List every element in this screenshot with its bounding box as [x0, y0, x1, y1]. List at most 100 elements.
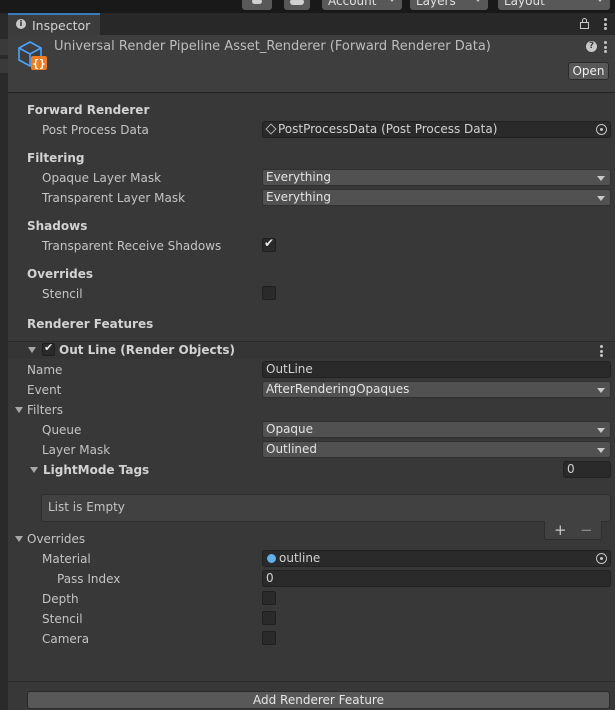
add-renderer-feature-button[interactable]: Add Renderer Feature: [27, 691, 610, 709]
chevron-down-icon: [388, 0, 396, 2]
material-field[interactable]: outline: [262, 550, 611, 567]
feature-title: Out Line (Render Objects): [59, 343, 236, 357]
add-element-button[interactable]: +: [554, 521, 567, 539]
tab-inspector[interactable]: i Inspector: [8, 13, 100, 35]
pass-index-label: Pass Index: [57, 572, 121, 586]
stencil-checkbox[interactable]: [262, 286, 276, 300]
svg-text:{}: {}: [32, 57, 45, 70]
checkmark-icon: ✔: [264, 236, 275, 250]
chevron-down-icon: [597, 428, 605, 433]
transparent-layer-mask-label: Transparent Layer Mask: [42, 191, 186, 205]
opaque-layer-mask-label: Opaque Layer Mask: [42, 171, 162, 185]
inspector-body: Forward Renderer Post Process Data PostP…: [8, 94, 615, 710]
layers-label: Layers: [416, 0, 456, 8]
chevron-down-icon: [597, 448, 605, 453]
lightmode-tags-size-input[interactable]: 0: [563, 461, 611, 478]
inspector-window: i Inspector {} Universal Render Pipeline…: [8, 13, 615, 710]
info-icon: i: [16, 19, 26, 29]
material-sphere-icon: [267, 554, 276, 563]
foldout-arrow-icon[interactable]: [28, 347, 36, 353]
opaque-layer-mask-value: Everything: [266, 170, 331, 184]
pass-index-input[interactable]: 0: [262, 570, 611, 587]
object-picker-icon[interactable]: [596, 553, 607, 564]
help-icon[interactable]: ?: [586, 41, 597, 52]
chevron-down-icon: [474, 0, 482, 2]
divider: [8, 681, 615, 682]
chevron-down-icon: [597, 388, 605, 393]
transparent-layer-mask-dropdown[interactable]: Everything: [262, 189, 611, 206]
header-menu-icon[interactable]: [604, 41, 607, 53]
list-empty-text: List is Empty: [48, 500, 125, 514]
transparent-layer-mask-value: Everything: [266, 190, 331, 204]
post-process-data-label: Post Process Data: [42, 123, 149, 137]
account-dropdown[interactable]: Account: [322, 0, 402, 10]
queue-dropdown[interactable]: Opaque: [262, 421, 611, 438]
renderer-feature-header[interactable]: ✔ Out Line (Render Objects): [8, 341, 615, 359]
filters-foldout-icon[interactable]: [15, 407, 23, 413]
queue-value: Opaque: [266, 422, 314, 436]
material-value: outline: [279, 551, 321, 565]
collab-button[interactable]: [242, 0, 272, 10]
section-overrides: Overrides: [27, 267, 93, 281]
layer-mask-value: Outlined: [266, 442, 318, 456]
chevron-down-icon: [596, 0, 604, 2]
remove-element-button[interactable]: −: [580, 521, 593, 539]
chevron-down-icon: [597, 196, 605, 201]
event-value: AfterRenderingOpaques: [266, 382, 410, 396]
post-process-data-field[interactable]: PostProcessData (Post Process Data): [262, 121, 611, 138]
list-footer: + −: [544, 521, 602, 540]
section-shadows: Shadows: [27, 219, 88, 233]
feature-menu-icon[interactable]: [600, 345, 603, 357]
layout-dropdown[interactable]: Layout: [498, 0, 610, 10]
post-process-data-value: PostProcessData (Post Process Data): [278, 122, 498, 136]
feature-name-label: Name: [27, 363, 63, 377]
lock-icon[interactable]: [580, 18, 589, 29]
adjacent-panel-edge: [0, 13, 8, 710]
object-picker-icon[interactable]: [596, 124, 607, 135]
account-label: Account: [328, 0, 377, 8]
renderer-asset-icon: {}: [17, 40, 49, 72]
section-renderer-features: Renderer Features: [27, 317, 154, 331]
feature-name-input[interactable]: OutLine: [262, 361, 611, 378]
main-toolbar: Account Layers Layout: [0, 0, 615, 12]
asset-title: Universal Render Pipeline Asset_Renderer…: [54, 39, 491, 54]
chevron-down-icon: [597, 176, 605, 181]
layer-mask-label: Layer Mask: [42, 443, 111, 457]
transparent-receive-shadows-checkbox[interactable]: ✔: [262, 236, 276, 252]
lightmode-foldout-icon[interactable]: [30, 467, 38, 473]
depth-label: Depth: [42, 592, 79, 606]
camera-checkbox[interactable]: [262, 631, 276, 645]
feature-stencil-checkbox[interactable]: [262, 611, 276, 625]
event-label: Event: [27, 383, 62, 397]
checkmark-icon: ✔: [44, 341, 54, 354]
section-filtering: Filtering: [27, 151, 85, 165]
layout-label: Layout: [504, 0, 545, 8]
section-forward-renderer: Forward Renderer: [27, 103, 150, 117]
cloud-button[interactable]: [284, 0, 310, 10]
opaque-layer-mask-dropdown[interactable]: Everything: [262, 169, 611, 186]
layers-dropdown[interactable]: Layers: [410, 0, 488, 10]
filters-heading[interactable]: Filters: [27, 403, 63, 417]
queue-label: Queue: [42, 423, 82, 437]
feature-stencil-label: Stencil: [42, 612, 83, 626]
cloud-icon: [252, 0, 262, 4]
feature-enabled-checkbox[interactable]: ✔: [42, 341, 55, 356]
layer-mask-dropdown[interactable]: Outlined: [262, 441, 611, 458]
post-process-asset-icon: [265, 123, 277, 135]
overrides-foldout-icon[interactable]: [15, 536, 23, 542]
depth-checkbox[interactable]: [262, 591, 276, 605]
inspector-header: {} Universal Render Pipeline Asset_Rende…: [8, 35, 615, 93]
event-dropdown[interactable]: AfterRenderingOpaques: [262, 381, 611, 398]
cloud-services-icon: [290, 0, 304, 5]
tab-strip: i Inspector: [8, 13, 615, 35]
lightmode-tags-list: List is Empty: [41, 494, 611, 522]
material-label: Material: [42, 552, 91, 566]
tab-label: Inspector: [32, 18, 91, 33]
feature-overrides-heading[interactable]: Overrides: [27, 532, 85, 546]
open-button[interactable]: Open: [568, 62, 609, 80]
tab-menu-icon[interactable]: [604, 18, 607, 30]
lightmode-tags-heading[interactable]: LightMode Tags: [43, 463, 149, 477]
camera-label: Camera: [42, 632, 90, 646]
transparent-receive-shadows-label: Transparent Receive Shadows: [42, 239, 222, 253]
stencil-label: Stencil: [42, 287, 83, 301]
